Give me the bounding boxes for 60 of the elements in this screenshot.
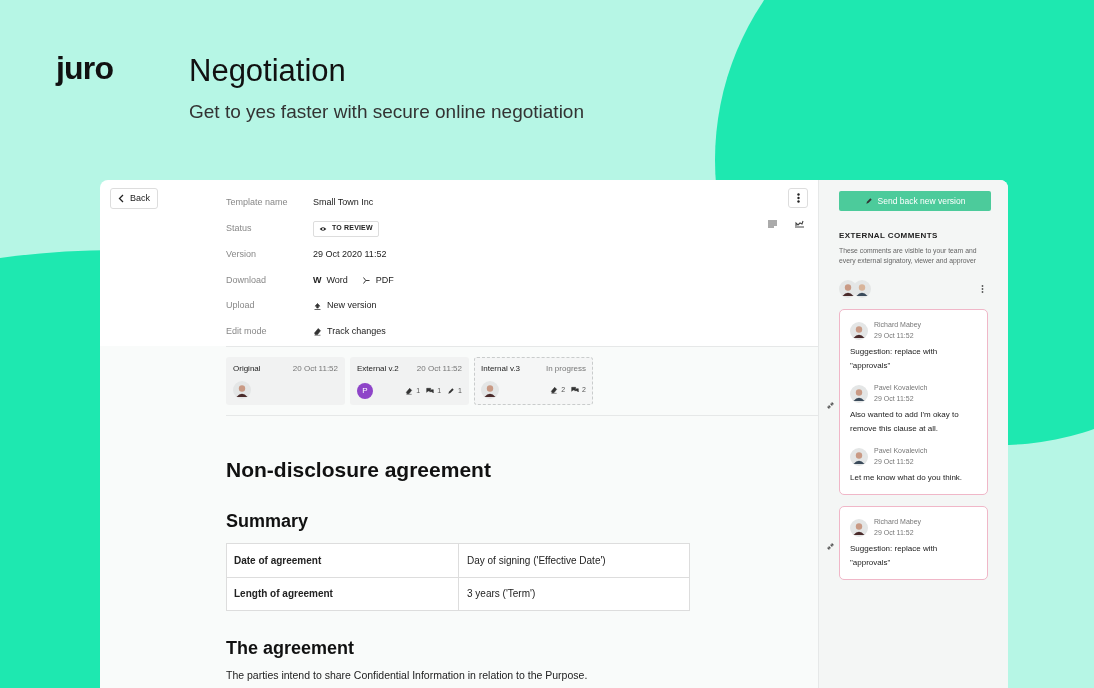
avatar-letter: P: [357, 383, 373, 399]
table-cell: Date of agreement: [227, 543, 459, 577]
eraser-icon: [550, 386, 559, 394]
logo: juro: [56, 52, 115, 84]
more-button[interactable]: [788, 188, 808, 208]
version-name: Original: [233, 363, 261, 375]
section-title: EXTERNAL COMMENTS: [839, 230, 939, 242]
page-title: Negotiation: [189, 52, 347, 90]
avatar: [850, 447, 868, 466]
pencil-icon: [864, 197, 873, 205]
version-name: External v.2: [357, 363, 399, 375]
eye-icon: [319, 224, 327, 233]
version-date: 20 Oct 11:52: [292, 363, 338, 375]
detail-value: Small Town Inc: [313, 196, 374, 210]
detail-label: Template name: [226, 196, 289, 210]
comment-text: Also wanted to add I'm okay to remove this clause at all.: [850, 409, 960, 435]
avatar: [850, 384, 868, 403]
action-link[interactable]: Track changes: [313, 325, 386, 339]
avatar: [481, 381, 499, 399]
action-link[interactable]: New version: [313, 299, 377, 313]
eraser-icon: [313, 327, 322, 337]
comment-text: Let me know what do you think.: [850, 472, 964, 484]
back-button[interactable]: Back: [110, 188, 158, 209]
version-name: Internal v.3: [481, 363, 520, 375]
version-date: 20 Oct 11:52: [416, 363, 462, 375]
comments-icon: [571, 386, 580, 394]
eraser-icon: [405, 387, 414, 395]
avatar: [850, 321, 868, 340]
avatar: [853, 280, 871, 298]
section-heading: Summary: [226, 509, 310, 533]
action-link[interactable]: PDF: [361, 273, 394, 288]
page-subtitle: Get to yes faster with secure online negotiation: [189, 100, 584, 124]
pencil-icon: [447, 387, 456, 395]
upload-icon: [313, 301, 322, 311]
table-cell-text: 3 years ('Term'): [466, 587, 536, 601]
comment-text: Suggestion: replace with "approvals": [850, 346, 939, 372]
avatar: [233, 381, 251, 399]
more-icon: [796, 193, 800, 203]
detail-label: Version: [226, 247, 258, 261]
table-cell-text: Day of signing ('Effective Date'): [466, 553, 606, 568]
more-icon[interactable]: [981, 285, 984, 293]
pdf-icon: [361, 275, 371, 285]
table-cell: Length of agreement: [227, 577, 459, 610]
signature-icon[interactable]: [795, 220, 804, 228]
paragraph: The parties intend to share Confidential Information in relation to the Purpose.: [226, 667, 589, 683]
detail-value: 29 Oct 2020 11:52: [313, 247, 387, 261]
comments-icon: [426, 387, 435, 395]
detail-label: Edit mode: [226, 325, 268, 339]
word-icon: W: [313, 273, 322, 288]
action-link[interactable]: W Word: [313, 273, 348, 288]
detail-label: Upload: [226, 299, 256, 313]
comment-text: Suggestion: replace with "approvals": [850, 543, 939, 569]
detail-label: Download: [226, 273, 268, 287]
version-card[interactable]: Original 20 Oct 11:52: [226, 357, 345, 405]
detail-label: Status: [226, 221, 253, 235]
avatar: [850, 518, 868, 537]
version-date: In progress: [545, 363, 586, 375]
chevron-left-icon: [118, 194, 124, 203]
document-title: Non-disclosure agreement: [226, 457, 492, 483]
section-heading: The agreement: [226, 636, 356, 660]
